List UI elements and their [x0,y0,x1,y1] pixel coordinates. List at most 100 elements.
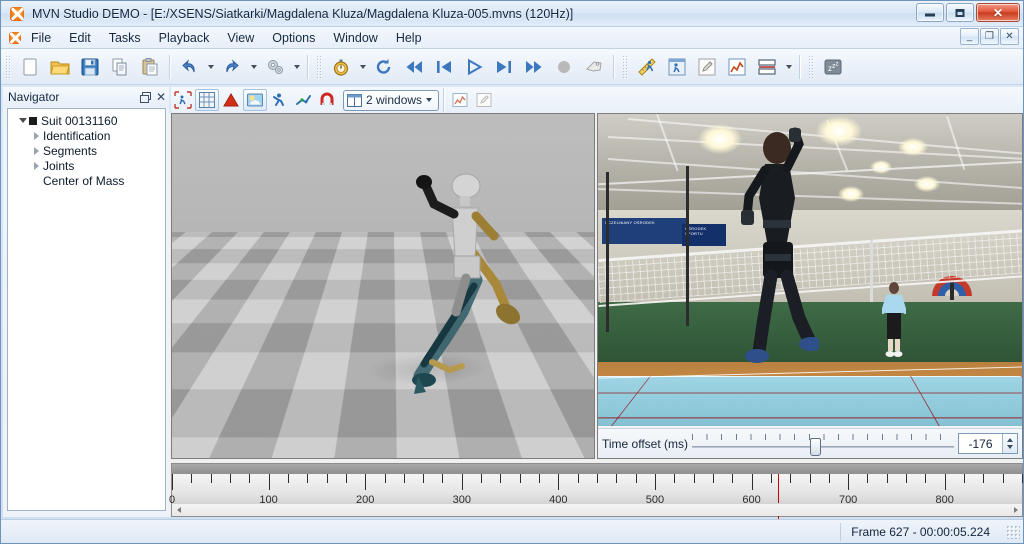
tag-label-icon[interactable] [579,52,609,82]
toolbar-separator [443,88,444,112]
step-previous-icon[interactable] [429,52,459,82]
menu-help[interactable]: Help [387,29,431,47]
menu-bar: File Edit Tasks Playback View Options Wi… [1,27,1023,49]
ruler-minor-tick [674,474,675,483]
window-count-select[interactable]: 2 windows [343,90,439,111]
time-offset-value[interactable]: -176 [959,437,1002,451]
scroll-left-arrow-icon[interactable] [172,504,185,517]
layout-dropdown-caret[interactable] [782,52,795,82]
volleyball-court [598,376,1022,426]
tree-item-joints[interactable]: Joints [8,158,165,173]
net-post-left [686,166,689,326]
avatar-figure [404,162,534,412]
time-offset-slider[interactable] [692,432,954,456]
tree-item-center-of-mass[interactable]: Center of Mass [8,173,165,188]
tree-item-suit[interactable]: Suit 00131160 [8,113,165,128]
slider-thumb[interactable] [810,438,821,456]
expander-right-icon[interactable] [30,162,43,170]
menu-playback[interactable]: Playback [150,29,219,47]
magnet-icon[interactable] [315,89,339,111]
spinner-down-icon[interactable] [1007,445,1013,449]
new-file-button[interactable] [15,52,45,82]
3d-viewport[interactable] [171,113,595,459]
mdi-minimize-button[interactable]: _ [960,28,979,45]
menu-window[interactable]: Window [324,29,386,47]
slider-track[interactable] [692,446,954,448]
undo-arrow-icon[interactable] [174,52,204,82]
pencil-note-icon[interactable] [692,52,722,82]
ruler-minor-tick [230,474,231,483]
open-folder-icon[interactable] [45,52,75,82]
maximize-button[interactable] [946,3,974,22]
tree-item-identification[interactable]: Identification [8,128,165,143]
framed-runner-icon[interactable] [662,52,692,82]
timeline-panel[interactable]: 0 100 200 300 400 500 600 700 800 [171,463,1023,517]
menu-tasks[interactable]: Tasks [100,29,150,47]
step-next-icon[interactable] [489,52,519,82]
menu-file[interactable]: File [22,29,60,47]
timeline-horizontal-scrollbar[interactable] [172,503,1022,516]
grid-icon[interactable] [195,89,219,111]
skip-last-icon[interactable] [519,52,549,82]
toolbar-separator [307,55,308,79]
ruler-minor-tick [423,474,424,483]
graph-view-button[interactable] [448,89,472,111]
sky-cloud-icon[interactable] [243,89,267,111]
ruler-runner-icon[interactable] [632,52,662,82]
mdi-child-controls: _ ❐ ✕ [960,28,1019,45]
spinner-up-icon[interactable] [1007,438,1013,442]
ruler-minor-tick [288,474,289,483]
expander-right-icon[interactable] [30,132,43,140]
copy-icon[interactable] [105,52,135,82]
video-viewport[interactable]: UCZELNIANY OŚRODEK OŚRODEK SPORTU [598,114,1022,426]
spinner-buttons[interactable] [1002,434,1017,453]
mdi-close-button[interactable]: ✕ [1000,28,1019,45]
graph-chart-icon[interactable] [722,52,752,82]
restore-pane-icon[interactable] [137,89,153,105]
circular-reset-icon[interactable] [369,52,399,82]
undo-dropdown-caret[interactable] [204,52,217,82]
record-circle-icon[interactable] [549,52,579,82]
skeleton-stick-icon[interactable] [291,89,315,111]
redo-arrow-icon[interactable] [217,52,247,82]
play-icon[interactable] [459,52,489,82]
menu-options[interactable]: Options [263,29,324,47]
reprocess-dropdown-caret[interactable] [290,52,303,82]
toolbar-grip[interactable] [622,55,629,79]
resize-grip-icon[interactable] [1006,525,1020,539]
gears-icon[interactable] [260,52,290,82]
menu-view[interactable]: View [218,29,263,47]
redo-dropdown-caret[interactable] [247,52,260,82]
time-offset-spinner[interactable]: -176 [958,433,1018,454]
annotate-button[interactable] [472,89,496,111]
toolbar-grip[interactable] [5,55,12,79]
toolbar-grip[interactable] [808,55,815,79]
status-bar: Frame 627 - 00:00:05.224 [1,519,1023,543]
navigator-tree[interactable]: Suit 00131160 Identification Segments Jo… [7,108,166,511]
minimize-button[interactable] [916,3,944,22]
save-disk-icon[interactable] [75,52,105,82]
scroll-right-arrow-icon[interactable] [1009,504,1022,517]
sleep-zzz-icon[interactable]: z z z [818,52,848,82]
split-layout-icon[interactable] [752,52,782,82]
close-pane-icon[interactable]: ✕ [153,89,169,105]
time-offset-label: Time offset (ms) [602,437,688,451]
expander-right-icon[interactable] [30,147,43,155]
red-triangle-icon[interactable] [219,89,243,111]
timer-dropdown-caret[interactable] [356,52,369,82]
fit-runner-icon[interactable] [171,89,195,111]
mdi-restore-button[interactable]: ❐ [980,28,999,45]
toolbar-grip[interactable] [316,55,323,79]
runner-icon[interactable] [267,89,291,111]
menu-edit[interactable]: Edit [60,29,100,47]
close-button[interactable]: ✕ [976,3,1020,22]
navigator-header: Navigator ✕ [3,87,169,107]
tree-item-segments[interactable]: Segments [8,143,165,158]
toolbar-separator [799,55,800,79]
skip-first-icon[interactable] [399,52,429,82]
ruler-major-tick [269,474,270,490]
stopwatch-icon[interactable] [326,52,356,82]
expander-down-icon[interactable] [16,118,29,123]
ruler-minor-tick [578,474,579,483]
paste-icon[interactable] [135,52,165,82]
